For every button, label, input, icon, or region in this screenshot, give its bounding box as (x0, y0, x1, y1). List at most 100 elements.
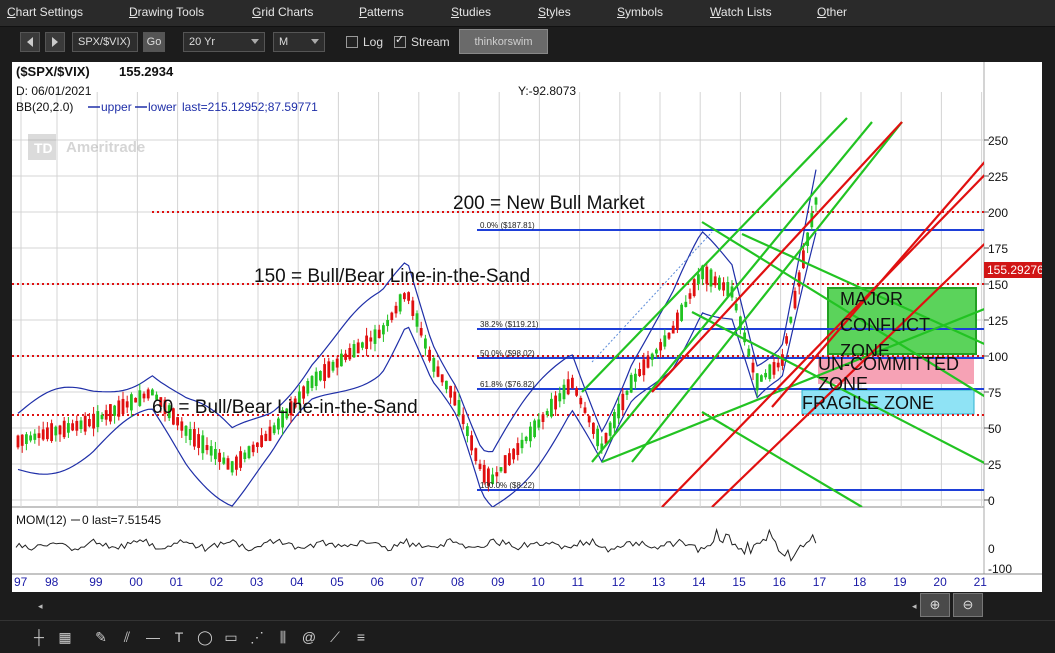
crosshair-icon[interactable]: ┼ (30, 628, 48, 646)
menu-watch-lists[interactable]: Watch Lists (710, 5, 772, 19)
candle-body (436, 366, 440, 377)
gann-icon[interactable]: ⫼ (274, 628, 292, 646)
back-button[interactable] (20, 32, 40, 52)
horizontal-line-icon[interactable]: — (144, 628, 162, 646)
x-tick-label: 18 (853, 575, 867, 589)
candle-body (659, 342, 662, 351)
candle-body (482, 464, 486, 483)
candle-body (335, 358, 339, 368)
candle-body (235, 456, 238, 470)
candle-body (650, 353, 654, 360)
menu-other[interactable]: Other (817, 5, 847, 19)
zoom-out-icon: ⊖ (962, 597, 974, 612)
annotation-uncommitted-fo: UN-COMMITTED ZONE (818, 354, 959, 394)
candle-body (247, 446, 251, 459)
zoom-in-button[interactable]: ⊕ (920, 593, 950, 617)
pencil-icon[interactable]: ✎ (92, 628, 110, 646)
scroll-left-icon[interactable]: ◂ (912, 601, 917, 612)
candle-body (96, 411, 100, 428)
channel-icon[interactable]: ≡ (352, 628, 370, 646)
zoom-out-button[interactable]: ⊖ (953, 593, 983, 617)
candle-body (201, 435, 205, 454)
candle-body (117, 400, 121, 417)
x-tick-label: 01 (170, 575, 184, 589)
candle-body (470, 435, 473, 451)
stream-checkbox[interactable]: Stream (394, 33, 450, 49)
svg-text:TD: TD (34, 140, 53, 156)
candle-body (566, 379, 570, 395)
log-checkbox[interactable]: Log (346, 35, 383, 49)
period-value: 20 Yr (189, 36, 216, 48)
candle-body (25, 434, 28, 444)
candle-body (377, 329, 381, 339)
menu-patterns[interactable]: Patterns (359, 5, 404, 19)
fibonacci-fan-icon[interactable]: ⋰ (248, 628, 266, 646)
checkbox-checked-icon (394, 33, 406, 48)
candle-body (684, 301, 688, 307)
x-tick-label: 17 (813, 575, 827, 589)
candle-body (680, 304, 683, 321)
menu-studies[interactable]: Studies (451, 5, 491, 19)
ellipse-icon[interactable]: ◯ (196, 628, 214, 646)
candle-body (533, 420, 536, 438)
menu-drawing-tools[interactable]: Drawing Tools (129, 5, 204, 19)
candle-body (180, 421, 184, 431)
spiral-icon[interactable]: @ (300, 628, 318, 646)
candle-body (344, 353, 347, 360)
candle-body (579, 397, 583, 405)
candle-body (466, 426, 469, 437)
forward-button[interactable] (45, 32, 65, 52)
menu-symbols[interactable]: Symbols (617, 5, 663, 19)
candle-body (655, 349, 658, 354)
candle-body (705, 266, 709, 284)
candle-body (340, 353, 343, 367)
candle-body (428, 349, 431, 361)
candle-body (520, 439, 524, 449)
menu-grid-charts[interactable]: Grid Charts (252, 5, 313, 19)
candle-body (407, 292, 410, 301)
candle-body (634, 373, 637, 382)
candle-body (495, 472, 499, 477)
chevron-down-icon (251, 39, 259, 44)
candle-body (146, 389, 150, 399)
period-select[interactable]: 20 Yr (183, 32, 265, 52)
annotation-fragile-zone: FRAGILE ZONE (802, 393, 934, 413)
candle-body (83, 415, 87, 432)
menu-styles[interactable]: Styles (538, 5, 571, 19)
double-line-icon[interactable]: ⫽ (118, 628, 136, 646)
candle-body (697, 274, 700, 285)
candle-body (386, 320, 389, 327)
candle-body (432, 358, 436, 372)
menu-chart-settings[interactable]: Chart Settings (7, 5, 83, 19)
candle-body (457, 400, 461, 416)
drawing-toolbar: ┼ ▦ ✎ ⫽ — T ◯ ▭ ⋰ ⫼ @ ⟋ ≡ (0, 620, 1055, 653)
candle-body (596, 428, 599, 447)
mom-tick: -100 (988, 562, 1012, 576)
triangle-right-icon (52, 37, 58, 47)
aggregation-select[interactable]: M (273, 32, 325, 52)
candle-body (663, 335, 667, 347)
fib-label: 38.2% ($119.21) (480, 320, 539, 329)
x-tick-label: 99 (89, 575, 103, 589)
scroll-left-icon[interactable]: ◂ (38, 601, 43, 612)
chart-svg[interactable]: TD Ameritrade 0.0% ($187.81) 38.2% ($119… (12, 62, 1042, 592)
fan-lines-icon[interactable]: ⟋ (326, 628, 344, 646)
candle-body (642, 359, 646, 376)
go-button[interactable]: Go (143, 32, 165, 52)
candle-body (688, 293, 692, 299)
candle-body (583, 407, 587, 413)
annotation-major-zone-fo: MAJOR CONFLICT ZONE (840, 289, 930, 356)
grid-select-icon[interactable]: ▦ (56, 628, 74, 646)
candle-body (608, 422, 612, 436)
candle-body (20, 434, 24, 446)
candle-body (571, 377, 574, 388)
text-tool-icon[interactable]: T (170, 628, 188, 646)
fib-label: 0.0% ($187.81) (480, 221, 535, 230)
mom-last-value: last=7.51545 (92, 513, 161, 527)
symbol-input[interactable]: SPX/$VIX) (72, 32, 138, 52)
chart-area[interactable]: TD Ameritrade 0.0% ($187.81) 38.2% ($119… (12, 62, 1042, 592)
rectangle-icon[interactable]: ▭ (222, 628, 240, 646)
y-tick-label: 75 (988, 386, 1002, 400)
candle-body (319, 371, 322, 381)
checkbox-icon (346, 36, 358, 48)
